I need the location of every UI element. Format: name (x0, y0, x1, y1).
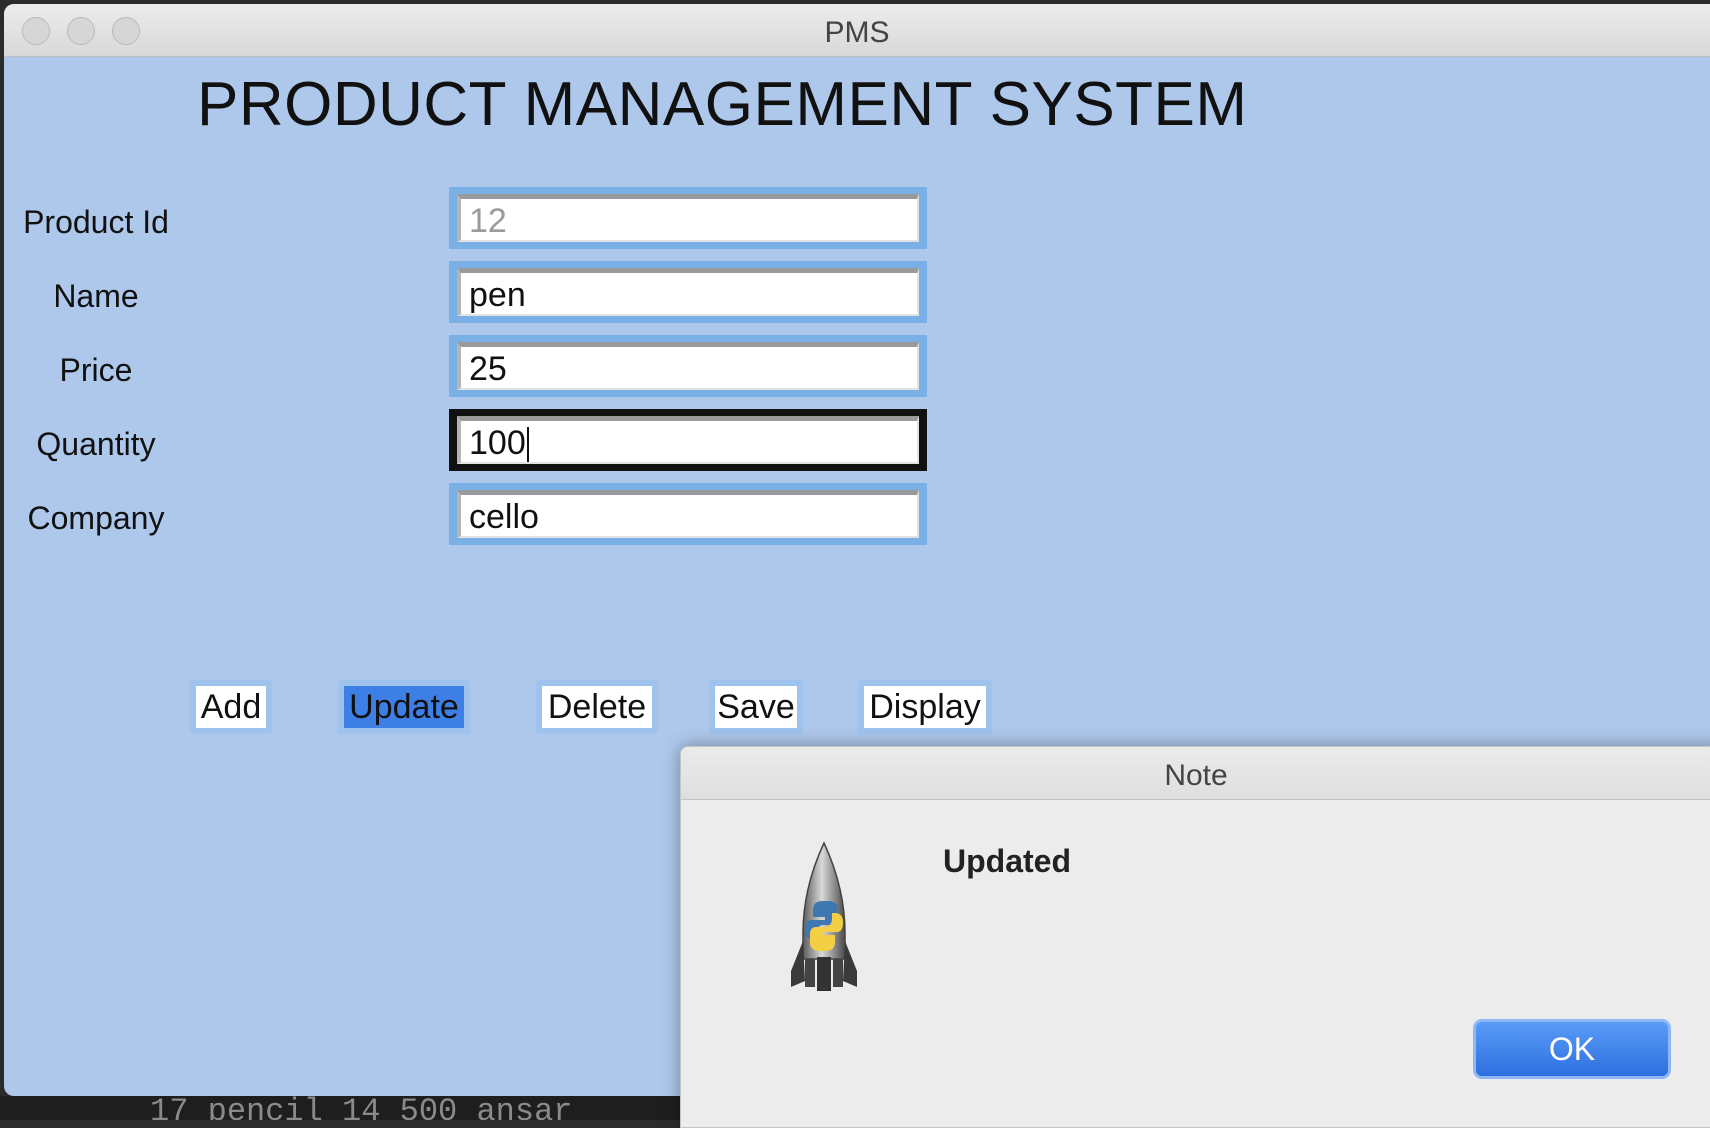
window-titlebar: PMS (4, 4, 1710, 57)
name-label: Name (53, 278, 139, 314)
dialog-titlebar: Note (681, 747, 1710, 800)
save-button[interactable]: Save (709, 680, 803, 734)
window-title: PMS (824, 16, 890, 49)
quantity-label: Quantity (36, 426, 156, 462)
product-id-field-frame: 12 (449, 187, 927, 249)
update-button[interactable]: Update (338, 680, 470, 734)
price-label: Price (59, 352, 133, 388)
name-field-frame: pen (449, 261, 927, 323)
product-id-field[interactable]: 12 (457, 194, 919, 242)
price-field-frame: 25 (449, 335, 927, 397)
display-button[interactable]: Display (858, 680, 992, 734)
company-field-frame: cello (449, 483, 927, 545)
ok-button[interactable]: OK (1473, 1019, 1671, 1079)
terminal-text: 17 pencil 14 500 ansar (150, 1096, 573, 1120)
product-id-label: Product Id (23, 204, 169, 240)
dialog-message: Updated (943, 843, 1071, 879)
company-field[interactable]: cello (457, 490, 919, 538)
text-caret (526, 427, 529, 462)
delete-button[interactable]: Delete (536, 680, 658, 734)
page-title: PRODUCT MANAGEMENT SYSTEM (197, 70, 1248, 139)
quantity-field[interactable]: 100 (457, 416, 919, 464)
dialog-title: Note (1164, 759, 1228, 792)
price-field[interactable]: 25 (457, 342, 919, 390)
quantity-value: 100 (469, 424, 526, 462)
add-button[interactable]: Add (190, 680, 272, 734)
python-rocket-icon (791, 841, 857, 991)
quantity-field-frame: 100 (449, 409, 927, 471)
note-dialog: Note Updated OK (680, 746, 1710, 1128)
company-label: Company (27, 500, 165, 536)
name-field[interactable]: pen (457, 268, 919, 316)
